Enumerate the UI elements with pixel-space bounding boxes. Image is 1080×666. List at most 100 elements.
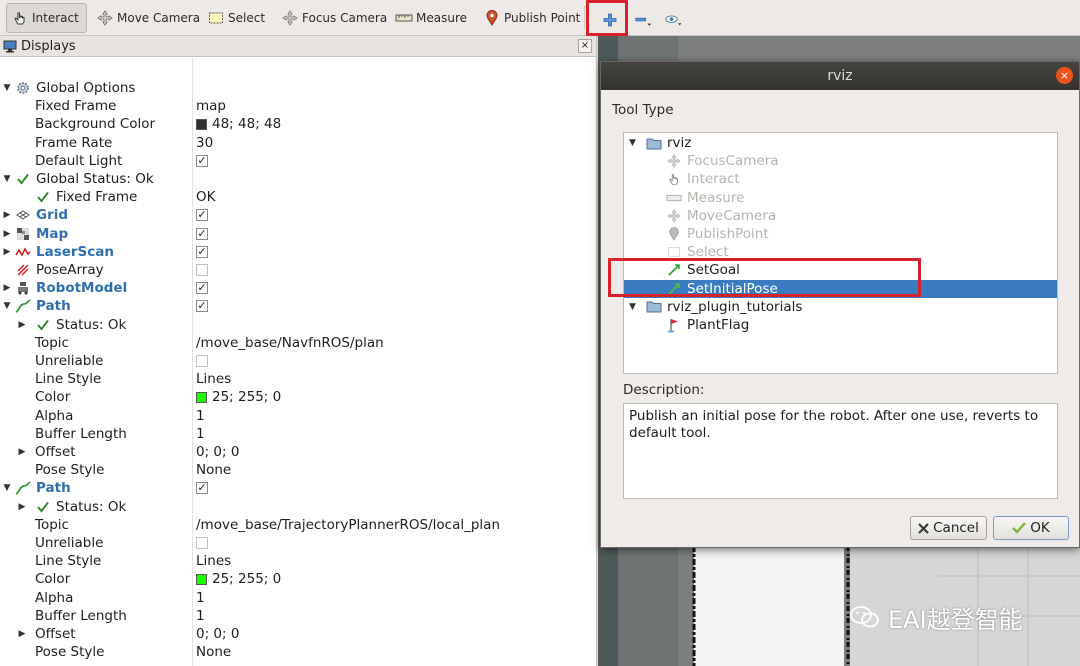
tree-row-map[interactable]: ▶ Map ✓ — [0, 225, 597, 243]
row-value[interactable]: 25; 255; 0 — [212, 389, 281, 405]
checkbox-checked[interactable]: ✓ — [196, 300, 208, 313]
expand-arrow-icon[interactable]: ▼ — [629, 302, 636, 312]
collapsed-arrow-icon[interactable]: ▶ — [2, 210, 12, 220]
tree-row-alpha[interactable]: Alpha 1 — [0, 407, 597, 425]
color-swatch[interactable] — [196, 391, 207, 403]
checkbox-checked[interactable]: ✓ — [196, 482, 208, 495]
measure-tool-button[interactable]: Measure — [391, 3, 471, 33]
tree-row-measure[interactable]: Measure — [624, 189, 1057, 207]
tree-row-interact[interactable]: Interact — [624, 170, 1057, 188]
row-value[interactable]: 1 — [196, 426, 205, 442]
select-tool-button[interactable]: Select — [203, 3, 269, 33]
checkbox-checked[interactable]: ✓ — [196, 209, 208, 222]
row-value[interactable]: /move_base/TrajectoryPlannerROS/local_pl… — [196, 517, 500, 533]
dialog-close-button[interactable]: × — [1056, 67, 1073, 84]
tree-row-buffer-length[interactable]: Buffer Length 1 — [0, 425, 597, 443]
tree-row-path[interactable]: ▼ Path ✓ — [0, 297, 597, 315]
checkbox-unchecked[interactable] — [196, 355, 208, 368]
tree-row-offset[interactable]: ▶ Offset 0; 0; 0 — [0, 443, 597, 461]
row-value[interactable]: map — [196, 98, 226, 114]
tree-row-buffer-length[interactable]: Buffer Length 1 — [0, 607, 597, 625]
tree-row-publishpoint[interactable]: PublishPoint — [624, 225, 1057, 243]
checkbox-unchecked[interactable] — [196, 264, 208, 277]
row-value[interactable]: 30 — [196, 135, 213, 151]
dialog-titlebar[interactable]: rviz × — [601, 62, 1079, 90]
row-value[interactable]: 25; 255; 0 — [212, 571, 281, 587]
collapsed-arrow-icon[interactable]: ▶ — [17, 320, 27, 330]
collapsed-arrow-icon[interactable]: ▶ — [17, 447, 27, 457]
tree-row-color[interactable]: Color 25; 255; 0 — [0, 570, 597, 588]
tree-row-frame-rate[interactable]: Frame Rate 30 — [0, 134, 597, 152]
add-tool-button[interactable] — [597, 5, 626, 35]
tree-row-pose-style[interactable]: Pose Style None — [0, 461, 597, 479]
interact-tool-button[interactable]: Interact — [6, 3, 87, 33]
focus-camera-tool-button[interactable]: Focus Camera — [277, 3, 391, 33]
checkbox-checked[interactable]: ✓ — [196, 154, 208, 167]
tree-row-unreliable[interactable]: Unreliable — [0, 352, 597, 370]
tree-row-fixed-frame[interactable]: Fixed Frame map — [0, 97, 597, 115]
cancel-button[interactable]: Cancel — [910, 516, 987, 540]
checkbox-checked[interactable]: ✓ — [196, 282, 208, 295]
tree-row-fixed-frame-status[interactable]: Fixed Frame OK — [0, 188, 597, 206]
row-value[interactable]: Lines — [196, 371, 231, 387]
tree-row-color[interactable]: Color 25; 255; 0 — [0, 388, 597, 406]
color-swatch[interactable] — [196, 118, 207, 130]
row-value[interactable]: Lines — [196, 553, 231, 569]
tree-row-path[interactable]: ▼ Path ✓ — [0, 479, 597, 497]
row-value[interactable]: 48; 48; 48 — [212, 116, 281, 132]
tree-row-default-light[interactable]: Default Light ✓ — [0, 152, 597, 170]
view-tool-button[interactable] — [661, 5, 690, 35]
tree-row-topic[interactable]: Topic /move_base/NavfnROS/plan — [0, 334, 597, 352]
tree-row-global-options[interactable]: ▼ Global Options — [0, 79, 597, 97]
tree-row-global-status[interactable]: ▼ Global Status: Ok — [0, 170, 597, 188]
tree-row-path-status[interactable]: ▶ Status: Ok — [0, 498, 597, 516]
expand-arrow-icon[interactable]: ▼ — [2, 483, 12, 493]
row-value[interactable]: 1 — [196, 408, 205, 424]
expand-arrow-icon[interactable]: ▼ — [629, 138, 636, 148]
tree-row-path-status[interactable]: ▶ Status: Ok — [0, 316, 597, 334]
row-value[interactable]: /move_base/NavfnROS/plan — [196, 335, 384, 351]
tree-row-setinitialpose[interactable]: SetInitialPose — [624, 279, 1057, 298]
expand-arrow-icon[interactable]: ▼ — [2, 83, 12, 93]
tree-row-offset[interactable]: ▶ Offset 0; 0; 0 — [0, 625, 597, 643]
tree-row-select[interactable]: Select — [624, 243, 1057, 261]
row-value[interactable]: 0; 0; 0 — [196, 444, 239, 460]
collapsed-arrow-icon[interactable]: ▶ — [2, 247, 12, 257]
tree-row-movecamera[interactable]: MoveCamera — [624, 207, 1057, 225]
publish-point-tool-button[interactable]: Publish Point — [479, 3, 584, 33]
tree-row-alpha[interactable]: Alpha 1 — [0, 589, 597, 607]
color-swatch[interactable] — [196, 573, 207, 585]
tree-row-rviz-plugin-tutorials[interactable]: ▼ rviz_plugin_tutorials — [624, 298, 1057, 316]
tree-row-topic[interactable]: Topic /move_base/TrajectoryPlannerROS/lo… — [0, 516, 597, 534]
checkbox-checked[interactable]: ✓ — [196, 227, 208, 240]
ok-button[interactable]: OK — [993, 516, 1069, 540]
tree-row-unreliable[interactable]: Unreliable — [0, 534, 597, 552]
checkbox-unchecked[interactable] — [196, 537, 208, 550]
tree-row-line-style[interactable]: Line Style Lines — [0, 552, 597, 570]
collapsed-arrow-icon[interactable]: ▶ — [2, 229, 12, 239]
tree-row-focuscamera[interactable]: FocusCamera — [624, 152, 1057, 170]
row-value[interactable]: 1 — [196, 590, 205, 606]
tree-row-grid[interactable]: ▶ Grid ✓ — [0, 206, 597, 224]
tree-row-background-color[interactable]: Background Color 48; 48; 48 — [0, 115, 597, 133]
tree-row-laserscan[interactable]: ▶ LaserScan ✓ — [0, 243, 597, 261]
tree-row-pose-style[interactable]: Pose Style None — [0, 643, 597, 661]
collapsed-arrow-icon[interactable]: ▶ — [17, 629, 27, 639]
tree-row-line-style[interactable]: Line Style Lines — [0, 370, 597, 388]
checkbox-checked[interactable]: ✓ — [196, 245, 208, 258]
row-value[interactable]: 0; 0; 0 — [196, 626, 239, 642]
tree-row-rviz[interactable]: ▼ rviz — [624, 134, 1057, 152]
row-value[interactable]: None — [196, 644, 231, 660]
expand-arrow-icon[interactable]: ▼ — [2, 301, 12, 311]
displays-close-button[interactable]: × — [578, 39, 592, 53]
row-value[interactable]: None — [196, 462, 231, 478]
tree-row-setgoal[interactable]: SetGoal — [624, 261, 1057, 279]
collapsed-arrow-icon[interactable]: ▶ — [17, 502, 27, 512]
remove-tool-button[interactable] — [630, 5, 659, 35]
tree-row-plantflag[interactable]: PlantFlag — [624, 316, 1057, 334]
collapsed-arrow-icon[interactable]: ▶ — [2, 283, 12, 293]
move-camera-tool-button[interactable]: Move Camera — [92, 3, 204, 33]
tree-row-posearray[interactable]: PoseArray — [0, 261, 597, 279]
tree-row-robotmodel[interactable]: ▶ RobotModel ✓ — [0, 279, 597, 297]
expand-arrow-icon[interactable]: ▼ — [2, 174, 12, 184]
